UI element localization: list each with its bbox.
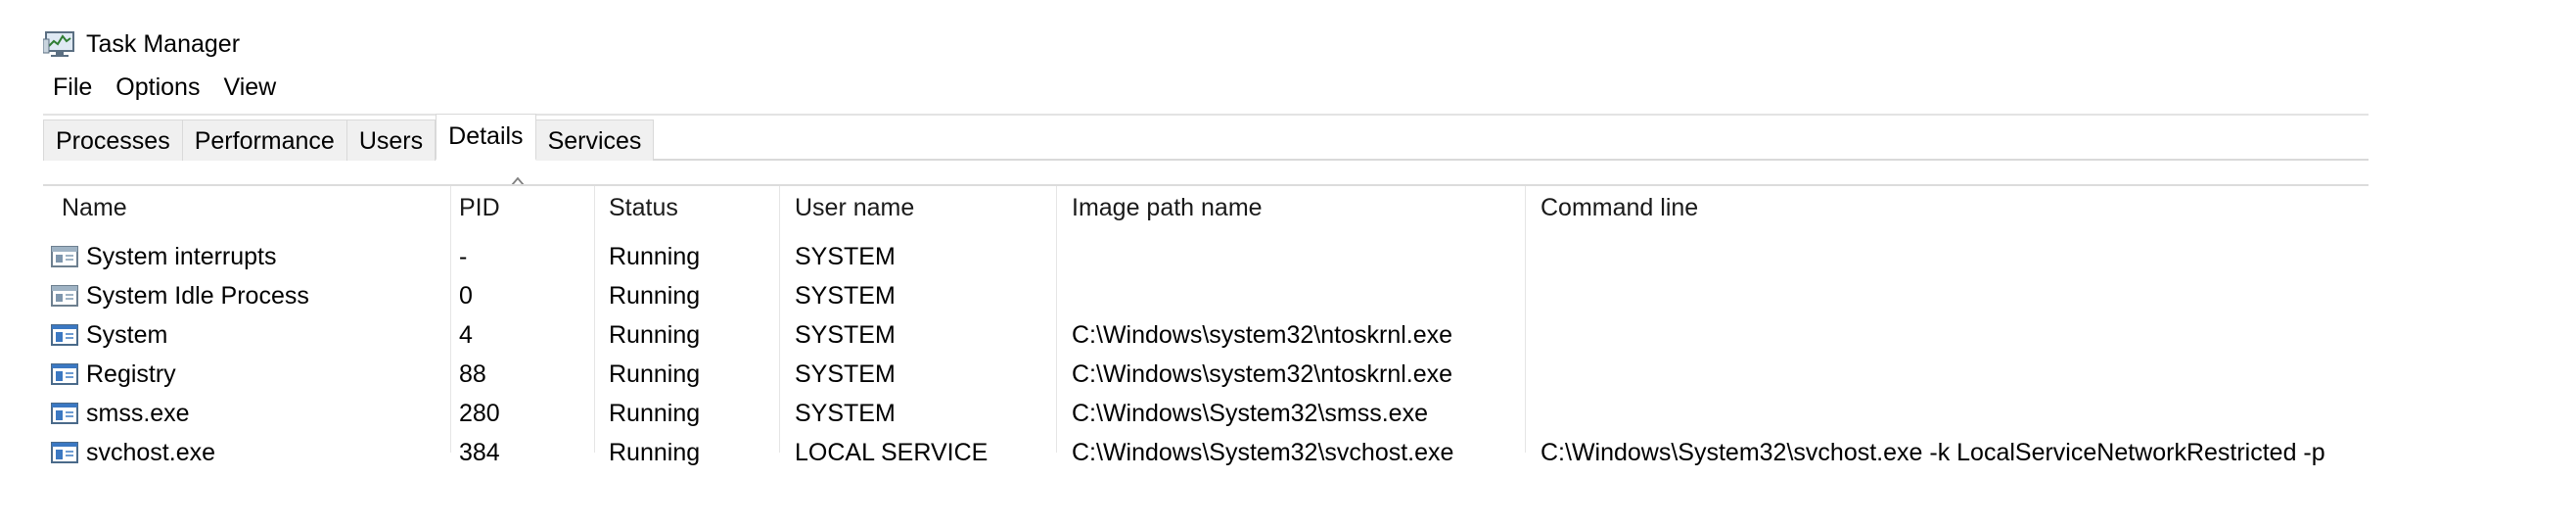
process-user-name: SYSTEM	[795, 321, 896, 349]
system-process-icon	[51, 285, 78, 307]
column-header-status[interactable]: Status	[609, 194, 678, 222]
details-table: Name PID Status User name Image path nam…	[43, 176, 2369, 474]
process-image-path: C:\Windows\system32\ntoskrnl.exe	[1072, 321, 1453, 349]
tab-users[interactable]: Users	[346, 120, 437, 161]
process-image-path: C:\Windows\System32\smss.exe	[1072, 400, 1428, 427]
process-name: System	[86, 321, 168, 349]
column-header-image-path-name[interactable]: Image path name	[1072, 194, 1263, 222]
task-manager-window: Task Manager File Options View Processes…	[0, 0, 2576, 527]
process-name: Registry	[86, 360, 176, 388]
process-pid: -	[459, 243, 468, 270]
column-header-name[interactable]: Name	[62, 194, 127, 222]
tab-performance[interactable]: Performance	[182, 120, 347, 161]
menu-bar: File Options View	[43, 71, 288, 104]
tab-details[interactable]: Details	[436, 114, 536, 161]
menu-options[interactable]: Options	[104, 73, 211, 102]
process-pid: 4	[459, 321, 473, 349]
process-image-path: C:\Windows\System32\svchost.exe	[1072, 439, 1454, 466]
process-user-name: SYSTEM	[795, 243, 896, 270]
table-header-divider	[43, 184, 2369, 186]
column-header-pid[interactable]: PID	[459, 194, 500, 222]
process-user-name: SYSTEM	[795, 360, 896, 388]
table-row[interactable]: System interrupts - Running SYSTEM	[43, 237, 2369, 276]
task-manager-icon	[43, 31, 74, 57]
process-pid: 384	[459, 439, 500, 466]
menu-file[interactable]: File	[43, 73, 104, 102]
process-status: Running	[609, 439, 701, 466]
process-pid: 88	[459, 360, 486, 388]
application-process-icon	[51, 403, 78, 424]
process-status: Running	[609, 360, 701, 388]
table-row[interactable]: svchost.exe 384 Running LOCAL SERVICE C:…	[43, 433, 2369, 472]
process-pid: 280	[459, 400, 500, 427]
table-row[interactable]: Registry 88 Running SYSTEM C:\Windows\sy…	[43, 355, 2369, 394]
application-process-icon	[51, 363, 78, 385]
process-status: Running	[609, 243, 701, 270]
table-row[interactable]: System 4 Running SYSTEM C:\Windows\syste…	[43, 315, 2369, 355]
menu-view[interactable]: View	[211, 73, 288, 102]
title-bar: Task Manager	[43, 27, 240, 61]
process-image-path: C:\Windows\system32\ntoskrnl.exe	[1072, 360, 1453, 388]
tab-processes[interactable]: Processes	[43, 120, 183, 161]
process-user-name: SYSTEM	[795, 400, 896, 427]
process-user-name: LOCAL SERVICE	[795, 439, 989, 466]
process-pid: 0	[459, 282, 473, 310]
process-status: Running	[609, 321, 701, 349]
tab-strip: Processes Performance Users Details Serv…	[43, 110, 2369, 161]
column-header-command-line[interactable]: Command line	[1541, 194, 1698, 222]
application-process-icon	[51, 324, 78, 346]
column-header-user-name[interactable]: User name	[795, 194, 914, 222]
table-row[interactable]: System Idle Process 0 Running SYSTEM	[43, 276, 2369, 315]
process-status: Running	[609, 400, 701, 427]
process-command-line: C:\Windows\System32\svchost.exe -k Local…	[1541, 439, 2325, 466]
window-title: Task Manager	[86, 29, 241, 58]
process-name: svchost.exe	[86, 439, 216, 466]
process-status: Running	[609, 282, 701, 310]
table-row[interactable]: smss.exe 280 Running SYSTEM C:\Windows\S…	[43, 394, 2369, 433]
tab-services[interactable]: Services	[535, 120, 655, 161]
application-process-icon	[51, 442, 78, 463]
process-user-name: SYSTEM	[795, 282, 896, 310]
process-name: System interrupts	[86, 243, 277, 270]
system-process-icon	[51, 246, 78, 267]
process-name: smss.exe	[86, 400, 190, 427]
process-name: System Idle Process	[86, 282, 309, 310]
